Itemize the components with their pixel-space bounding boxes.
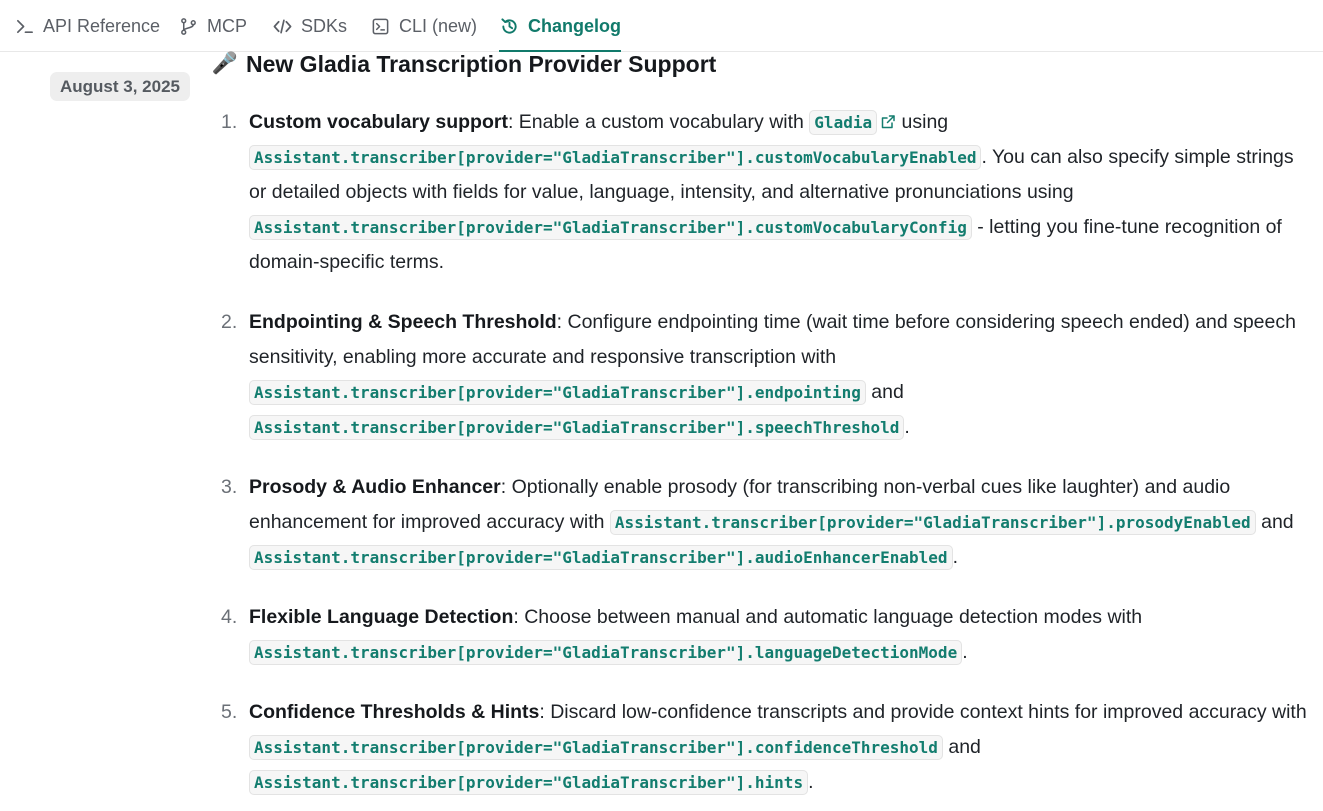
list-number: 5. <box>221 701 238 723</box>
list-number: 3. <box>221 476 238 498</box>
inline-code: Assistant.transcriber[provider="GladiaTr… <box>249 640 963 665</box>
tab-changelog[interactable]: Changelog <box>499 0 621 52</box>
tab-label: MCP <box>207 15 247 36</box>
item-heading: Flexible Language Detection <box>249 606 514 628</box>
terminal-prompt-icon <box>14 16 34 36</box>
tab-sdks[interactable]: SDKs <box>272 0 347 52</box>
entry-title: 🎤 New Gladia Transcription Provider Supp… <box>211 48 717 80</box>
git-branch-icon <box>178 16 198 36</box>
inline-code-link[interactable]: Gladia <box>809 110 878 135</box>
item-heading: Confidence Thresholds & Hints <box>249 701 540 723</box>
item-text: . <box>808 771 814 793</box>
list-number: 1. <box>221 111 238 133</box>
inline-code: Assistant.transcriber[provider="GladiaTr… <box>249 215 972 240</box>
inline-code: Assistant.transcriber[provider="GladiaTr… <box>609 510 1256 535</box>
top-navigation: API Reference MCP SDKs CLI (new) Changel… <box>0 0 1323 52</box>
inline-code: Assistant.transcriber[provider="GladiaTr… <box>249 770 809 795</box>
item-text: : Enable a custom vocabulary with <box>507 111 810 133</box>
item-text: using <box>896 111 949 133</box>
code-brackets-icon <box>272 16 292 36</box>
item-heading: Prosody & Audio Enhancer <box>249 476 501 498</box>
item-heading: Endpointing & Speech Threshold <box>249 311 557 333</box>
list-item: 3. Prosody & Audio Enhancer: Optionally … <box>213 470 1311 575</box>
item-text: : Choose between manual and automatic la… <box>513 606 1143 628</box>
list-item: 2. Endpointing & Speech Threshold: Confi… <box>213 305 1311 445</box>
inline-code: Assistant.transcriber[provider="GladiaTr… <box>249 735 943 760</box>
item-text: and <box>865 381 904 403</box>
list-number: 2. <box>221 311 238 333</box>
list-item: 4. Flexible Language Detection: Choose b… <box>213 600 1311 670</box>
list-item: 5. Confidence Thresholds & Hints: Discar… <box>213 695 1311 800</box>
item-text: and <box>942 736 981 758</box>
tab-mcp[interactable]: MCP <box>178 0 247 52</box>
tab-label: Changelog <box>528 15 621 36</box>
item-text: : Discard low-confidence transcripts and… <box>539 701 1307 723</box>
tab-cli[interactable]: CLI (new) <box>370 0 477 52</box>
external-link-icon <box>881 115 895 129</box>
inline-code: Assistant.transcriber[provider="GladiaTr… <box>249 380 866 405</box>
item-heading: Custom vocabulary support <box>249 111 508 133</box>
gladia-link[interactable]: Gladia <box>814 113 872 132</box>
item-text: . <box>962 641 968 663</box>
item-text: . <box>904 416 910 438</box>
microphone-icon: 🎤 <box>211 52 239 75</box>
inline-code: Assistant.transcriber[provider="GladiaTr… <box>249 145 982 170</box>
history-icon <box>499 16 519 36</box>
tab-api-reference[interactable]: API Reference <box>14 0 160 52</box>
list-item: 1. Custom vocabulary support: Enable a c… <box>213 105 1311 280</box>
tab-label: SDKs <box>301 15 348 36</box>
inline-code: Assistant.transcriber[provider="GladiaTr… <box>249 415 905 440</box>
tab-label: API Reference <box>43 15 161 36</box>
item-text: and <box>1255 511 1294 533</box>
terminal-window-icon <box>370 16 390 36</box>
entry-title-text: New Gladia Transcription Provider Suppor… <box>246 50 717 77</box>
item-text: . <box>952 546 958 568</box>
list-number: 4. <box>221 606 238 628</box>
changelog-list: 1. Custom vocabulary support: Enable a c… <box>213 105 1311 800</box>
tab-label: CLI (new) <box>399 15 478 36</box>
entry-date-badge: August 3, 2025 <box>50 72 190 101</box>
inline-code: Assistant.transcriber[provider="GladiaTr… <box>249 545 953 570</box>
